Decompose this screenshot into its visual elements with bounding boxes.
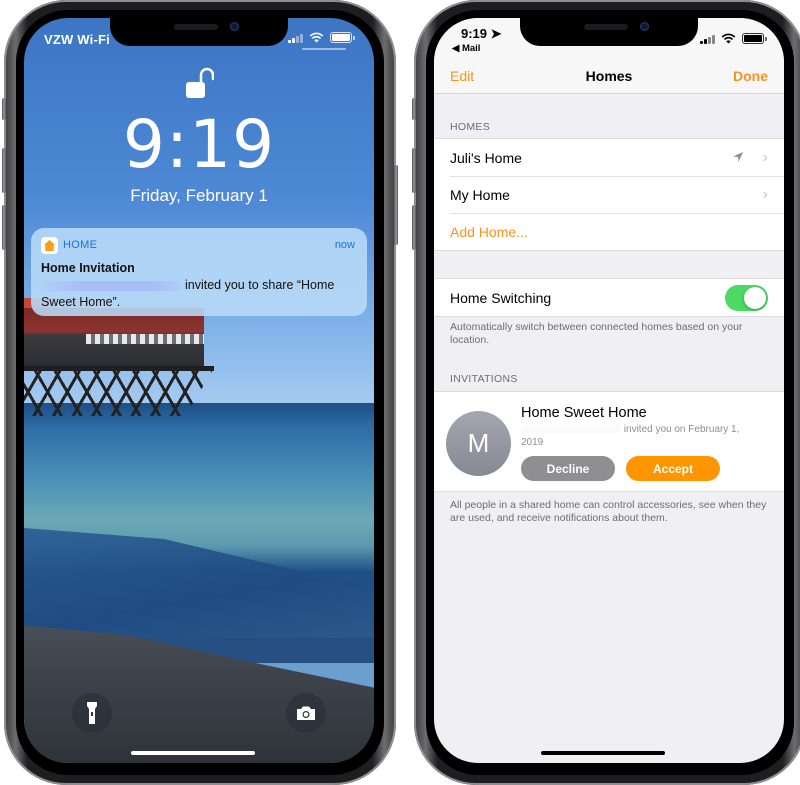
invitations-section-header: INVITATIONS — [450, 373, 518, 385]
status-icons — [700, 33, 767, 44]
lock-screen: VZW Wi-Fi 9:19 Friday, February 1 HOME n — [24, 18, 374, 763]
add-home-button[interactable]: Add Home... — [434, 213, 784, 250]
status-time: 9:19 ➤ — [461, 26, 502, 41]
home-switching-row: Home Switching — [434, 279, 784, 316]
home-indicator[interactable] — [131, 751, 255, 755]
edit-button[interactable]: Edit — [450, 68, 474, 84]
battery-icon — [330, 32, 355, 43]
camera-button[interactable] — [286, 693, 326, 733]
home-app-icon — [41, 237, 58, 254]
notification-time: now — [334, 239, 355, 251]
redacted-name — [521, 425, 621, 434]
home-switching-toggle[interactable] — [725, 285, 768, 311]
invitation-card: M Home Sweet Home invited you on Februar… — [434, 391, 784, 492]
homes-screen: 9:19 ➤ ◀ Mail Homes Edit Done HOMES Juli… — [434, 18, 784, 763]
redacted-name — [41, 280, 181, 291]
lock-time: 9:19 — [122, 106, 276, 183]
home-switching-group: Home Switching — [434, 278, 784, 317]
lock-date: Friday, February 1 — [130, 186, 268, 205]
notification-app-name: HOME — [63, 239, 98, 251]
homes-list: Juli's Home › My Home › Add Home... — [434, 138, 784, 251]
accept-button[interactable]: Accept — [626, 456, 720, 481]
chevron-right-icon: › — [762, 185, 768, 203]
flashlight-button[interactable] — [72, 693, 112, 733]
home-row-my-home[interactable]: My Home › — [434, 176, 784, 213]
flashlight-icon — [87, 702, 97, 724]
signal-icon — [288, 33, 303, 43]
unlocked-padlock-icon — [186, 67, 214, 98]
decline-button[interactable]: Decline — [521, 456, 615, 481]
camera-icon — [297, 706, 315, 720]
location-arrow-icon — [733, 152, 743, 162]
signal-icon — [700, 34, 715, 44]
done-button[interactable]: Done — [733, 68, 768, 84]
wifi-icon — [309, 32, 324, 43]
lock-screen-phone: VZW Wi-Fi 9:19 Friday, February 1 HOME n — [2, 0, 398, 785]
notification-body: invited you to share “Home Sweet Home”. — [41, 278, 335, 309]
invite-home-name: Home Sweet Home — [521, 405, 647, 421]
notch — [520, 18, 698, 46]
chevron-right-icon: › — [762, 148, 768, 166]
notification-title: Home Invitation — [41, 261, 135, 275]
homes-settings-phone: 9:19 ➤ ◀ Mail Homes Edit Done HOMES Juli… — [412, 0, 800, 785]
mute-switch — [2, 98, 6, 120]
invitations-footer: All people in a shared home can control … — [450, 499, 767, 524]
notch — [110, 18, 288, 46]
volume-up-button — [2, 148, 6, 193]
homes-section-header: HOMES — [450, 121, 491, 133]
home-invitation-notification[interactable]: HOME now Home Invitation invited you to … — [31, 228, 367, 316]
side-button — [394, 165, 398, 245]
location-arrow-icon: ➤ — [490, 26, 502, 41]
wifi-icon — [721, 33, 736, 44]
home-indicator[interactable] — [541, 751, 665, 755]
status-icons — [288, 32, 355, 43]
avatar: M — [446, 411, 511, 476]
home-row-julis-home[interactable]: Juli's Home › — [434, 139, 784, 176]
back-to-mail-link[interactable]: ◀ Mail — [452, 43, 480, 54]
carrier-label: VZW Wi-Fi — [44, 32, 110, 47]
control-center-indicator[interactable] — [302, 48, 346, 50]
volume-down-button — [2, 205, 6, 250]
home-switching-footer: Automatically switch between connected h… — [450, 321, 743, 346]
invite-detail: invited you on February 1, 2019 — [521, 424, 740, 448]
page-title: Homes — [585, 68, 633, 84]
battery-icon — [742, 33, 767, 44]
